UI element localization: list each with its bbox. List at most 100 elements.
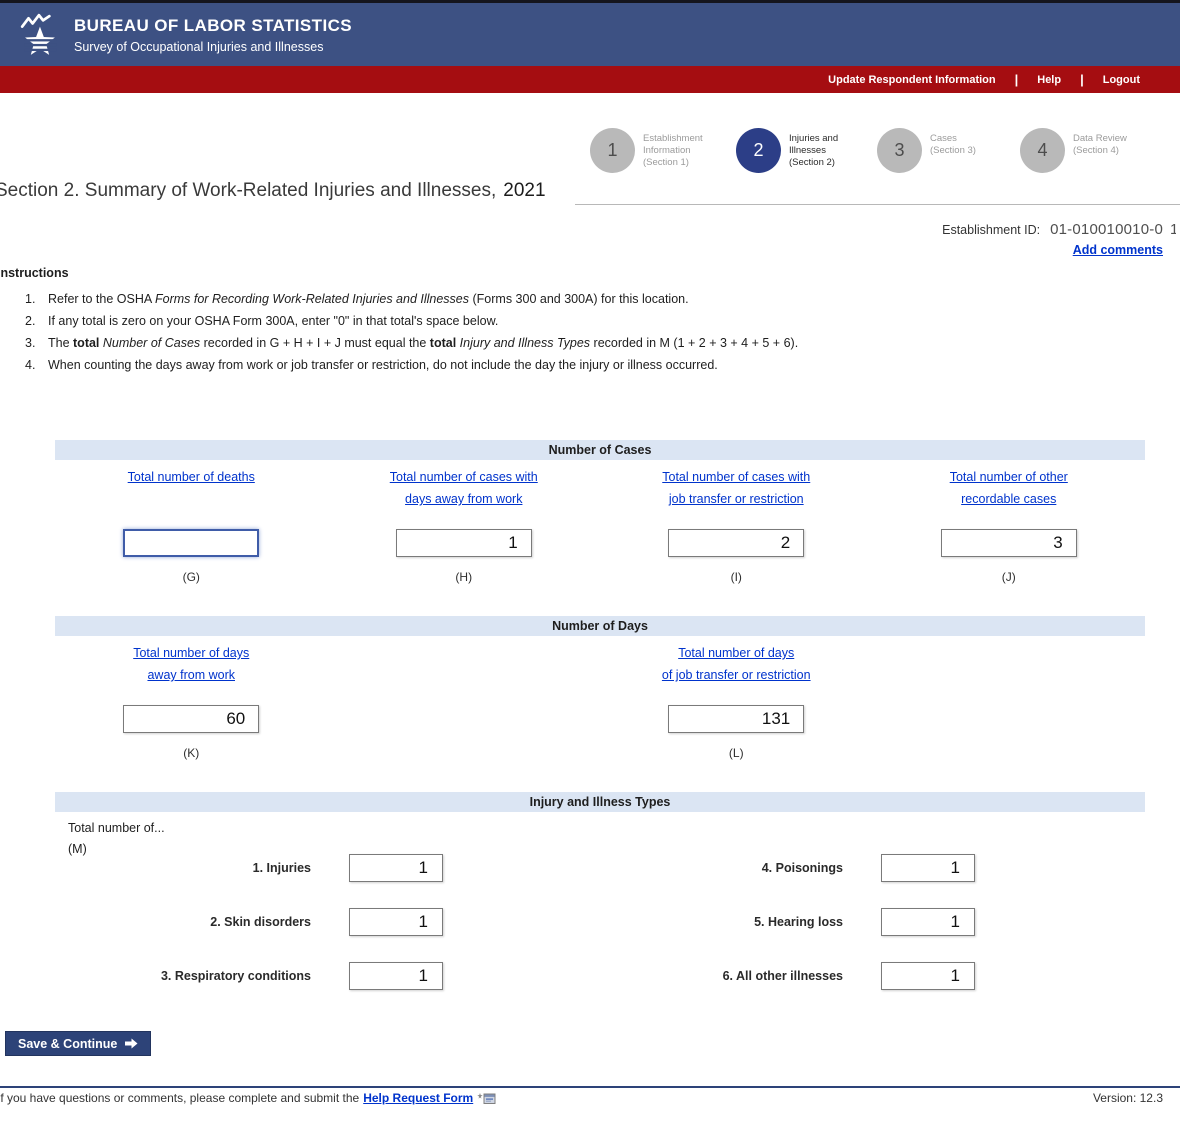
update-respondent-link[interactable]: Update Respondent Information — [828, 74, 995, 86]
input-m6-all-other[interactable] — [881, 962, 975, 990]
step-2-label-line: (Section 2) — [789, 157, 838, 169]
save-continue-button[interactable]: Save & Continue — [5, 1031, 151, 1056]
help-request-form-link[interactable]: Help Request Form — [363, 1091, 473, 1105]
input-m4-poisonings[interactable] — [881, 854, 975, 882]
other-recordable-link-line1[interactable]: Total number of other — [950, 466, 1068, 488]
footer-message-text: If you have questions or comments, pleas… — [0, 1091, 359, 1105]
step-2-circle[interactable]: 2 — [736, 128, 781, 173]
days-away-link-block: Total number of cases with days away fro… — [390, 466, 538, 510]
cases-column-other-recordable: Total number of other recordable cases (… — [873, 460, 1146, 584]
instruction-item: 3. The total Number of Cases recorded in… — [0, 332, 1180, 354]
injuries-label: 1. Injuries — [253, 861, 311, 875]
arrow-right-icon — [125, 1038, 138, 1049]
input-h-cases-days-away[interactable] — [396, 529, 532, 557]
days-column-away-from-work: Total number of days away from work (K) — [55, 636, 328, 760]
input-m5-hearing-loss[interactable] — [881, 908, 975, 936]
save-continue-label: Save & Continue — [18, 1037, 117, 1051]
step-establishment-information[interactable]: 1 Establishment Information (Section 1) — [590, 128, 703, 173]
step-1-circle[interactable]: 1 — [590, 128, 635, 173]
injury-illness-types-section: Injury and Illness Types Total number of… — [55, 792, 1145, 1042]
step-1-label-line: (Section 1) — [643, 157, 703, 169]
step-cases[interactable]: 3 Cases (Section 3) — [877, 128, 976, 173]
nav-separator: | — [1015, 72, 1019, 87]
step-1-label: Establishment Information (Section 1) — [643, 128, 703, 173]
days-away-link-line2[interactable]: away from work — [133, 664, 249, 686]
days-columns: Total number of days away from work (K) … — [55, 636, 1145, 760]
days-job-transfer-link-line2[interactable]: of job transfer or restriction — [662, 664, 811, 686]
other-recordable-link-block: Total number of other recordable cases — [950, 466, 1068, 510]
step-4-label: Data Review (Section 4) — [1073, 128, 1127, 173]
type-row-poisonings: 4. Poisonings — [532, 854, 975, 882]
input-m2-skin-disorders[interactable] — [349, 908, 443, 936]
instruction-item: 2. If any total is zero on your OSHA For… — [0, 310, 1180, 332]
instruction-number: 4. — [25, 354, 41, 376]
footer-message: If you have questions or comments, pleas… — [0, 1091, 496, 1105]
days-away-link-line1[interactable]: Total number of days — [133, 642, 249, 664]
step-4-circle[interactable]: 4 — [1020, 128, 1065, 173]
step-injuries-illnesses[interactable]: 2 Injuries and Illnesses (Section 2) — [736, 128, 838, 173]
utility-nav: Update Respondent Information | Help | L… — [0, 66, 1180, 93]
job-transfer-link-block: Total number of cases with job transfer … — [662, 466, 810, 510]
bls-logo-icon — [20, 12, 62, 60]
title-divider — [575, 204, 1180, 205]
days-away-link-block: Total number of days away from work — [133, 642, 249, 686]
input-i-cases-job-transfer[interactable] — [668, 529, 804, 557]
instructions-heading: Instructions — [0, 266, 1180, 280]
total-deaths-link[interactable]: Total number of deaths — [128, 466, 255, 488]
step-1-label-line: Establishment — [643, 133, 703, 145]
instruction-item: 4. When counting the days away from work… — [0, 354, 1180, 376]
instruction-text: Refer to the OSHA Forms for Recording Wo… — [48, 288, 689, 310]
step-3-label: Cases (Section 3) — [930, 128, 976, 173]
number-of-cases-section: Number of Cases Total number of deaths (… — [55, 440, 1145, 584]
new-window-icon — [477, 1092, 496, 1105]
input-g-total-deaths[interactable] — [123, 529, 259, 557]
brand-block: BUREAU OF LABOR STATISTICS Survey of Occ… — [74, 16, 352, 54]
logout-link[interactable]: Logout — [1103, 74, 1140, 86]
app-header: BUREAU OF LABOR STATISTICS Survey of Occ… — [0, 0, 1180, 66]
cases-columns: Total number of deaths (G) Total number … — [55, 460, 1145, 584]
instruction-text: The total Number of Cases recorded in G … — [48, 332, 798, 354]
establishment-id-clipped: 1 — [1170, 221, 1176, 238]
input-m1-injuries[interactable] — [349, 854, 443, 882]
number-of-days-heading: Number of Days — [55, 616, 1145, 636]
number-of-cases-heading: Number of Cases — [55, 440, 1145, 460]
number-of-days-section: Number of Days Total number of days away… — [55, 616, 1145, 760]
type-row-hearing-loss: 5. Hearing loss — [532, 908, 975, 936]
instruction-number: 1. — [25, 288, 41, 310]
instruction-number: 3. — [25, 332, 41, 354]
instructions-list: 1. Refer to the OSHA Forms for Recording… — [0, 288, 1180, 376]
instruction-text: If any total is zero on your OSHA Form 3… — [48, 310, 498, 332]
establishment-row: Establishment ID:01-010010010-0 1 — [942, 221, 1163, 238]
field-letter-g: (G) — [183, 570, 200, 584]
cases-days-away-link-line2[interactable]: days away from work — [390, 488, 538, 510]
add-comments-link[interactable]: Add comments — [1073, 243, 1163, 257]
input-m3-respiratory[interactable] — [349, 962, 443, 990]
footer-divider — [0, 1086, 1180, 1088]
page-title-text: Section 2. Summary of Work-Related Injur… — [0, 180, 496, 201]
page-title: Section 2. Summary of Work-Related Injur… — [0, 180, 546, 202]
step-4-label-line: (Section 4) — [1073, 145, 1127, 157]
help-link[interactable]: Help — [1037, 74, 1061, 86]
input-l-days-job-transfer[interactable] — [668, 705, 804, 733]
input-j-other-recordable[interactable] — [941, 529, 1077, 557]
version-label: Version: 12.3 — [1093, 1091, 1163, 1105]
step-2-label-line: Injuries and — [789, 133, 838, 145]
field-letter-l: (L) — [729, 746, 744, 760]
input-k-days-away[interactable] — [123, 705, 259, 733]
instruction-number: 2. — [25, 310, 41, 332]
step-data-review[interactable]: 4 Data Review (Section 4) — [1020, 128, 1127, 173]
step-3-circle[interactable]: 3 — [877, 128, 922, 173]
instructions-section: Instructions 1. Refer to the OSHA Forms … — [0, 266, 1180, 376]
types-intro-text: Total number of... — [68, 818, 1145, 839]
cases-job-transfer-link-line2[interactable]: job transfer or restriction — [662, 488, 810, 510]
instruction-item: 1. Refer to the OSHA Forms for Recording… — [0, 288, 1180, 310]
days-job-transfer-link-line1[interactable]: Total number of days — [662, 642, 811, 664]
all-other-illnesses-label: 6. All other illnesses — [723, 969, 843, 983]
type-row-respiratory: 3. Respiratory conditions — [55, 962, 443, 990]
other-recordable-link-line2[interactable]: recordable cases — [950, 488, 1068, 510]
nav-separator: | — [1080, 72, 1084, 87]
field-letter-i: (I) — [731, 570, 742, 584]
cases-days-away-link-line1[interactable]: Total number of cases with — [390, 466, 538, 488]
field-letter-h: (H) — [455, 570, 472, 584]
cases-job-transfer-link-line1[interactable]: Total number of cases with — [662, 466, 810, 488]
